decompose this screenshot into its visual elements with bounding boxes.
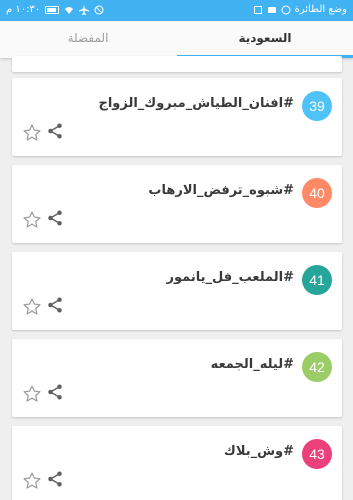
- hashtag-card[interactable]: 40 #شبوه_ترفض_الارهاب: [12, 165, 342, 243]
- rank-badge: 42: [302, 352, 332, 382]
- rank-badge: 39: [302, 91, 332, 121]
- tab-saudi[interactable]: السعودية: [177, 21, 353, 58]
- airplane-icon: [79, 4, 90, 15]
- wifi-icon: [65, 6, 74, 14]
- status-mode-text: وضع الطائرة: [294, 4, 347, 15]
- hashtag-card[interactable]: 43 #وش_بلاك: [12, 426, 342, 500]
- rank-badge: 40: [302, 178, 332, 208]
- hashtag-card-partial: [12, 56, 342, 72]
- star-outline-icon[interactable]: [22, 297, 42, 317]
- star-outline-icon[interactable]: [22, 123, 42, 143]
- whatsapp-icon: [281, 5, 291, 14]
- share-icon[interactable]: [46, 296, 64, 314]
- battery-icon: [45, 5, 60, 14]
- message-icon: [267, 6, 276, 13]
- tab-favorites[interactable]: المفضلة: [0, 21, 176, 58]
- share-icon[interactable]: [46, 122, 64, 140]
- app-icon: [253, 5, 262, 14]
- status-bar-left: ١٠:٣٠ م: [6, 4, 104, 15]
- share-icon[interactable]: [46, 383, 64, 401]
- share-icon[interactable]: [46, 470, 64, 488]
- rank-badge: 43: [302, 439, 332, 469]
- hashtag-text[interactable]: #ليله_الجمعه: [211, 357, 294, 372]
- status-bar: ١٠:٣٠ م وضع الطائرة: [0, 0, 353, 21]
- hashtag-card[interactable]: 42 #ليله_الجمعه: [12, 339, 342, 417]
- share-icon[interactable]: [46, 209, 64, 227]
- star-outline-icon[interactable]: [22, 384, 42, 404]
- hashtag-text[interactable]: #شبوه_ترفض_الارهاب: [148, 183, 294, 198]
- hashtag-text[interactable]: #وش_بلاك: [224, 444, 294, 459]
- star-outline-icon[interactable]: [22, 210, 42, 230]
- hashtag-card[interactable]: 39 #افنان_الطياش_مبروك_الزواج: [12, 78, 342, 156]
- hashtag-text[interactable]: #الملعب_فل_يانمور: [167, 270, 294, 285]
- notification-off-icon: [94, 5, 104, 14]
- hashtag-card[interactable]: 41 #الملعب_فل_يانمور: [12, 252, 342, 330]
- status-bar-right: وضع الطائرة: [253, 4, 347, 15]
- rank-badge: 41: [302, 265, 332, 295]
- status-time: ١٠:٣٠ م: [6, 4, 41, 15]
- hashtag-text[interactable]: #افنان_الطياش_مبروك_الزواج: [98, 96, 294, 111]
- star-outline-icon[interactable]: [22, 471, 42, 491]
- tab-bar: المفضلة السعودية: [0, 21, 353, 58]
